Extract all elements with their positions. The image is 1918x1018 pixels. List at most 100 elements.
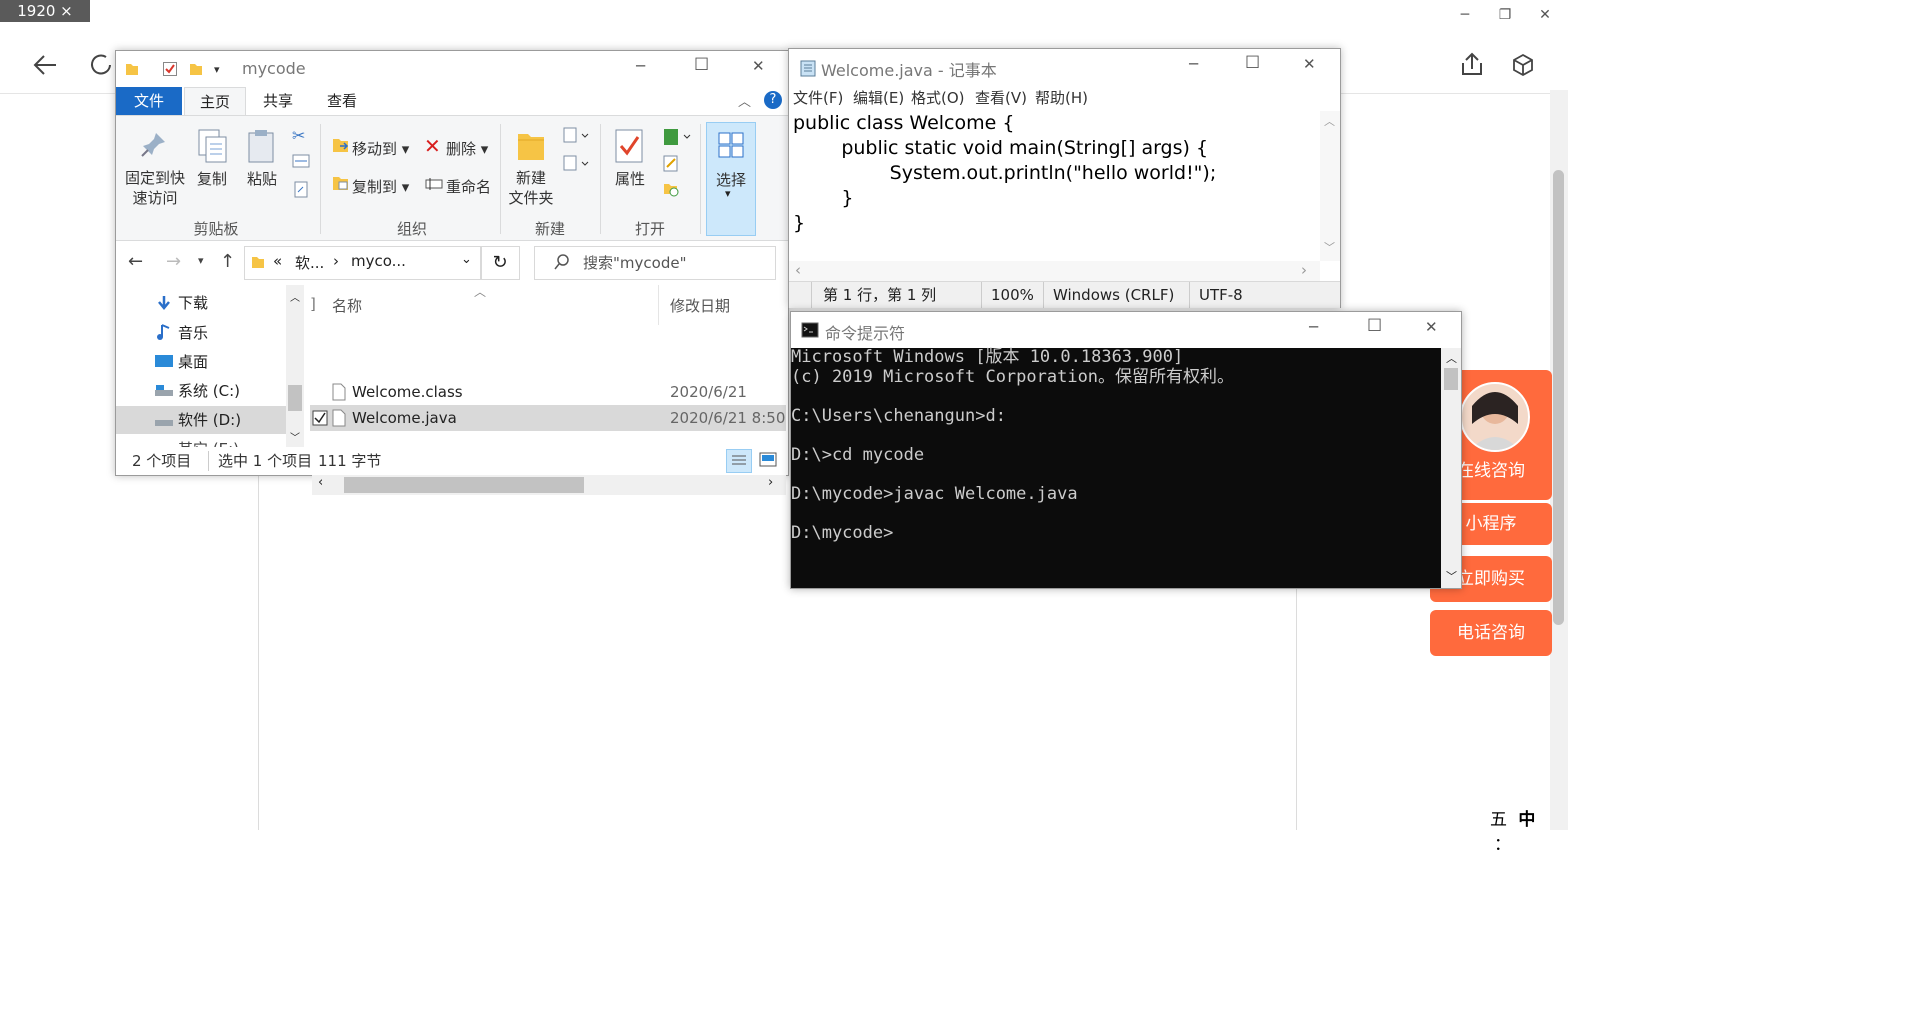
edit-icon[interactable]: [662, 154, 680, 172]
pin-quick-access-button[interactable]: 固定到快 速访问: [120, 168, 190, 208]
explorer-close-button[interactable]: ✕: [752, 57, 765, 75]
history-icon[interactable]: [662, 180, 680, 198]
breadcrumb-overflow[interactable]: «: [273, 252, 282, 270]
breadcrumb-chevron-icon: ›: [333, 252, 339, 270]
notepad-maximize-button[interactable]: ☐: [1245, 53, 1260, 73]
np-scroll-left-icon[interactable]: ‹: [795, 261, 801, 279]
file-row-java-selected[interactable]: Welcome.java 2020/6/21 8:50: [310, 405, 786, 431]
hscroll-right-icon[interactable]: ›: [768, 475, 773, 490]
select-button[interactable]: 选择 ▾: [706, 122, 756, 236]
cmd-maximize-button[interactable]: ☐: [1367, 316, 1382, 336]
large-icons-view-icon[interactable]: [756, 449, 780, 471]
menu-format[interactable]: 格式(O): [911, 85, 965, 111]
browser-close-button[interactable]: ✕: [1522, 0, 1568, 30]
nav-item-download[interactable]: 下载: [178, 289, 208, 317]
refresh-icon[interactable]: ↻: [480, 246, 520, 280]
hscroll-left-icon[interactable]: ‹: [318, 475, 323, 490]
page-scrollbar-thumb[interactable]: [1553, 170, 1564, 625]
address-dropdown-icon[interactable]: ⌄: [461, 252, 472, 267]
select-label: 选择: [715, 171, 746, 189]
np-scroll-down-icon[interactable]: ﹀: [1324, 239, 1335, 255]
copy-button[interactable]: 复制: [194, 168, 230, 189]
properties-check-icon[interactable]: [162, 61, 178, 77]
nav-item-desktop[interactable]: 桌面: [178, 348, 208, 376]
nav-scroll-thumb[interactable]: [288, 385, 302, 411]
new-item-icon[interactable]: [562, 126, 590, 146]
new-folder-icon[interactable]: [188, 61, 204, 77]
properties-button[interactable]: 属性: [612, 168, 648, 189]
ribbon-collapse-icon[interactable]: ︿: [738, 91, 751, 110]
recent-locations-icon[interactable]: ▾: [198, 254, 204, 267]
cmd-scroll-up-icon[interactable]: ︿: [1446, 350, 1457, 366]
nav-item-music[interactable]: 音乐: [178, 319, 208, 347]
breadcrumb-part-1[interactable]: 软...: [295, 252, 324, 273]
cmd-scroll-down-icon[interactable]: ﹀: [1446, 568, 1457, 584]
nav-item-drive-e[interactable]: 其它 (E:): [178, 435, 239, 447]
menu-file[interactable]: 文件(F): [793, 85, 843, 111]
cmd-close-button[interactable]: ✕: [1425, 318, 1438, 336]
nav-scroll-up-icon[interactable]: ︿: [290, 289, 300, 304]
cmd-console-output[interactable]: Microsoft Windows [版本 10.0.18363.900] (c…: [791, 347, 1441, 588]
tab-home[interactable]: 主页: [184, 87, 246, 116]
notepad-minimize-button[interactable]: ─: [1189, 55, 1198, 73]
row-checkbox-checked-icon[interactable]: [312, 410, 328, 426]
ime-wubi[interactable]: 五: [1490, 810, 1507, 830]
copy-to-button[interactable]: 复制到 ▾: [352, 176, 409, 197]
menu-edit[interactable]: 编辑(E): [853, 85, 904, 111]
extension-cube-icon[interactable]: [1503, 45, 1543, 85]
np-scroll-up-icon[interactable]: ︿: [1324, 113, 1335, 129]
ime-punctuation[interactable]: ：: [1494, 835, 1511, 855]
move-to-button[interactable]: 移动到 ▾: [352, 138, 409, 159]
details-view-icon[interactable]: [726, 449, 752, 473]
page-column-line-right: [1296, 580, 1297, 830]
cmd-minimize-button[interactable]: ─: [1309, 318, 1318, 336]
np-scroll-right-icon[interactable]: ›: [1301, 261, 1307, 279]
address-bar[interactable]: « 软... › myco... ⌄: [244, 246, 482, 280]
cmd-scroll-thumb[interactable]: [1444, 368, 1458, 390]
paste-shortcut-icon[interactable]: [294, 180, 308, 198]
ribbon-home: 固定到快 速访问 复制 粘贴 ✂ 剪贴板 移动到 ▾ 复制到 ▾ ✕ 删除 ▾: [116, 115, 788, 241]
notepad-hscrollbar[interactable]: ‹ ›: [789, 261, 1320, 281]
back-arrow-icon[interactable]: [26, 45, 66, 85]
tab-share[interactable]: 共享: [248, 87, 308, 115]
nav-scroll-down-icon[interactable]: ﹀: [290, 429, 300, 444]
copy-path-icon[interactable]: [292, 154, 310, 168]
tab-file[interactable]: 文件: [116, 87, 182, 115]
notepad-close-button[interactable]: ✕: [1303, 55, 1316, 73]
new-folder-button[interactable]: 新建 文件夹: [506, 168, 556, 208]
search-input[interactable]: 搜索"mycode": [534, 246, 776, 280]
tab-view[interactable]: 查看: [312, 87, 372, 115]
ime-chinese-mode[interactable]: 中: [1518, 810, 1535, 830]
explorer-back-icon[interactable]: ←: [128, 251, 143, 272]
notepad-vscrollbar[interactable]: ︿ ﹀: [1320, 111, 1340, 261]
easy-access-icon[interactable]: [562, 154, 590, 174]
file-list-hscrollbar[interactable]: ‹ ›: [312, 475, 786, 495]
file-row-class[interactable]: Welcome.class 2020/6/21 8:56: [312, 379, 782, 427]
nav-pane-scrollbar[interactable]: ︿ ﹀: [286, 285, 304, 447]
explorer-forward-icon[interactable]: →: [166, 251, 181, 272]
explorer-minimize-button[interactable]: ─: [636, 57, 645, 75]
nav-item-drive-c[interactable]: 系统 (C:): [178, 377, 240, 405]
nav-item-drive-d[interactable]: 软件 (D:): [178, 406, 241, 434]
breadcrumb-part-2[interactable]: myco...: [351, 252, 406, 270]
notepad-editor[interactable]: public class Welcome { public static voi…: [793, 111, 1318, 261]
share-icon[interactable]: [1452, 45, 1492, 85]
rename-button[interactable]: 重命名: [446, 176, 491, 197]
phone-consult-button[interactable]: 电话咨询: [1430, 610, 1552, 656]
open-icon[interactable]: [662, 126, 692, 148]
column-modified[interactable]: 修改日期: [670, 295, 730, 316]
explorer-maximize-button[interactable]: ☐: [694, 55, 709, 75]
ime-indicator[interactable]: 五 中 ：: [1490, 805, 1560, 855]
delete-label: 删除: [446, 140, 477, 158]
column-name[interactable]: 名称: [332, 295, 362, 316]
paste-button[interactable]: 粘贴: [244, 168, 280, 189]
up-folder-icon[interactable]: ↑: [220, 251, 235, 272]
delete-button[interactable]: 删除 ▾: [446, 138, 488, 159]
cmd-scrollbar[interactable]: ︿ ﹀: [1441, 348, 1461, 588]
quick-access-dropdown-icon[interactable]: ▾: [214, 63, 220, 76]
menu-help[interactable]: 帮助(H): [1035, 85, 1088, 111]
menu-view[interactable]: 查看(V): [975, 85, 1027, 111]
cut-icon[interactable]: ✂: [292, 126, 305, 145]
hscroll-thumb[interactable]: [344, 477, 584, 493]
help-icon[interactable]: ?: [764, 91, 782, 109]
